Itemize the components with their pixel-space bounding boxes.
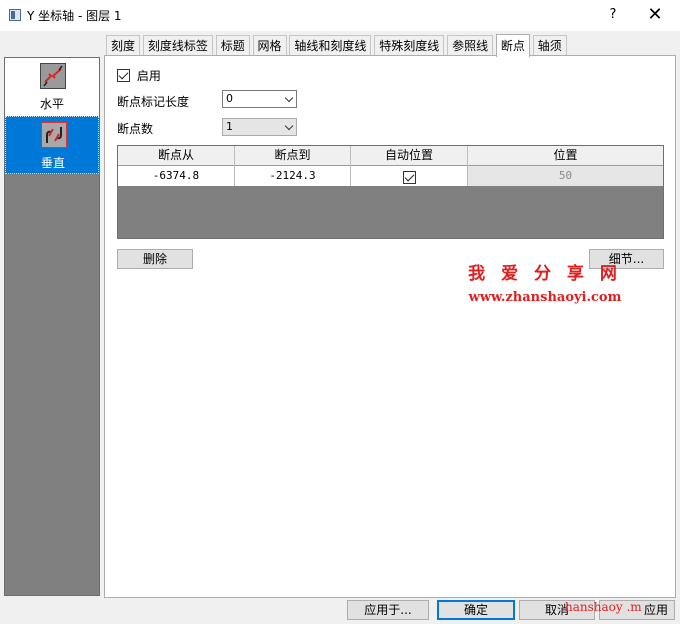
sidebar-item-vertical[interactable]: 垂直 xyxy=(5,116,99,174)
app-icon xyxy=(9,9,21,21)
enable-label: 启用 xyxy=(136,69,161,83)
apply-to-button[interactable]: 应用于... xyxy=(347,600,429,620)
header-break-to: 断点到 xyxy=(235,146,351,166)
chevron-down-icon xyxy=(284,121,294,131)
table-header: 断点从 断点到 自动位置 位置 xyxy=(118,146,663,166)
window-title: Y 坐标轴 - 图层 1 xyxy=(27,9,122,23)
break-count-label: 断点数 xyxy=(117,122,154,136)
tab-grids[interactable]: 网格 xyxy=(252,35,287,56)
tab-strip: 刻度 刻度线标签 标题 网格 轴线和刻度线 特殊刻度线 参照线 断点 轴须 xyxy=(106,33,567,57)
break-mark-length-value: 0 xyxy=(226,92,233,105)
delete-button[interactable]: 删除 xyxy=(117,249,193,269)
ok-button[interactable]: 确定 xyxy=(437,600,515,620)
enable-checkbox[interactable] xyxy=(117,69,130,82)
auto-position-checkbox[interactable] xyxy=(402,170,416,184)
header-break-from: 断点从 xyxy=(118,146,235,166)
title-bar: Y 坐标轴 - 图层 1 ? ✕ xyxy=(0,0,680,31)
tab-breaks[interactable]: 断点 xyxy=(495,34,530,57)
table-row: -6374.8 -2124.3 50 xyxy=(118,166,663,186)
horizontal-axis-break-icon xyxy=(40,63,66,89)
break-mark-length-select[interactable]: 0 xyxy=(222,90,297,108)
header-position: 位置 xyxy=(553,148,578,162)
sidebar-item-horizontal[interactable]: 水平 xyxy=(5,58,99,116)
breaks-panel: 启用 断点标记长度 0 断点数 1 断点从 断点到 自动位置 位置 -6374.… xyxy=(104,55,676,598)
tab-reference-lines[interactable]: 参照线 xyxy=(447,35,494,56)
chevron-down-icon xyxy=(284,93,294,103)
auto-position-cell xyxy=(351,166,468,186)
break-mark-length-label: 断点标记长度 xyxy=(117,95,190,109)
watermark-title: 我 爱 分 享 网 xyxy=(468,264,622,284)
break-to-cell[interactable]: -2124.3 xyxy=(235,166,351,186)
tab-line-and-ticks[interactable]: 轴线和刻度线 xyxy=(289,35,372,56)
tab-special-ticks[interactable]: 特殊刻度线 xyxy=(374,35,445,56)
position-cell: 50 xyxy=(468,166,663,186)
tab-scale[interactable]: 刻度 xyxy=(106,35,141,56)
enable-row[interactable]: 启用 xyxy=(117,67,161,84)
sidebar-item-label: 水平 xyxy=(39,97,64,111)
watermark: 我 爱 分 享 网 www.zhanshaoyi.com xyxy=(455,259,635,305)
break-count-select[interactable]: 1 xyxy=(222,118,297,136)
header-auto-position: 自动位置 xyxy=(351,146,468,166)
axis-sidebar: 水平 垂直 xyxy=(4,57,100,596)
tab-title[interactable]: 标题 xyxy=(215,35,250,56)
breaks-table: 断点从 断点到 自动位置 位置 -6374.8 -2124.3 50 xyxy=(117,145,664,239)
watermark-url: www.zhanshaoyi.com xyxy=(468,290,622,305)
watermark-footer: hanshaoy .m xyxy=(565,600,642,614)
help-button[interactable]: ? xyxy=(600,2,626,28)
tab-rug[interactable]: 轴须 xyxy=(532,35,567,56)
tab-tick-labels[interactable]: 刻度线标签 xyxy=(142,35,213,56)
break-count-value: 1 xyxy=(226,120,233,133)
break-from-cell[interactable]: -6374.8 xyxy=(118,166,235,186)
close-button[interactable]: ✕ xyxy=(642,2,668,28)
vertical-axis-break-icon xyxy=(41,122,67,148)
sidebar-item-label: 垂直 xyxy=(40,156,65,170)
